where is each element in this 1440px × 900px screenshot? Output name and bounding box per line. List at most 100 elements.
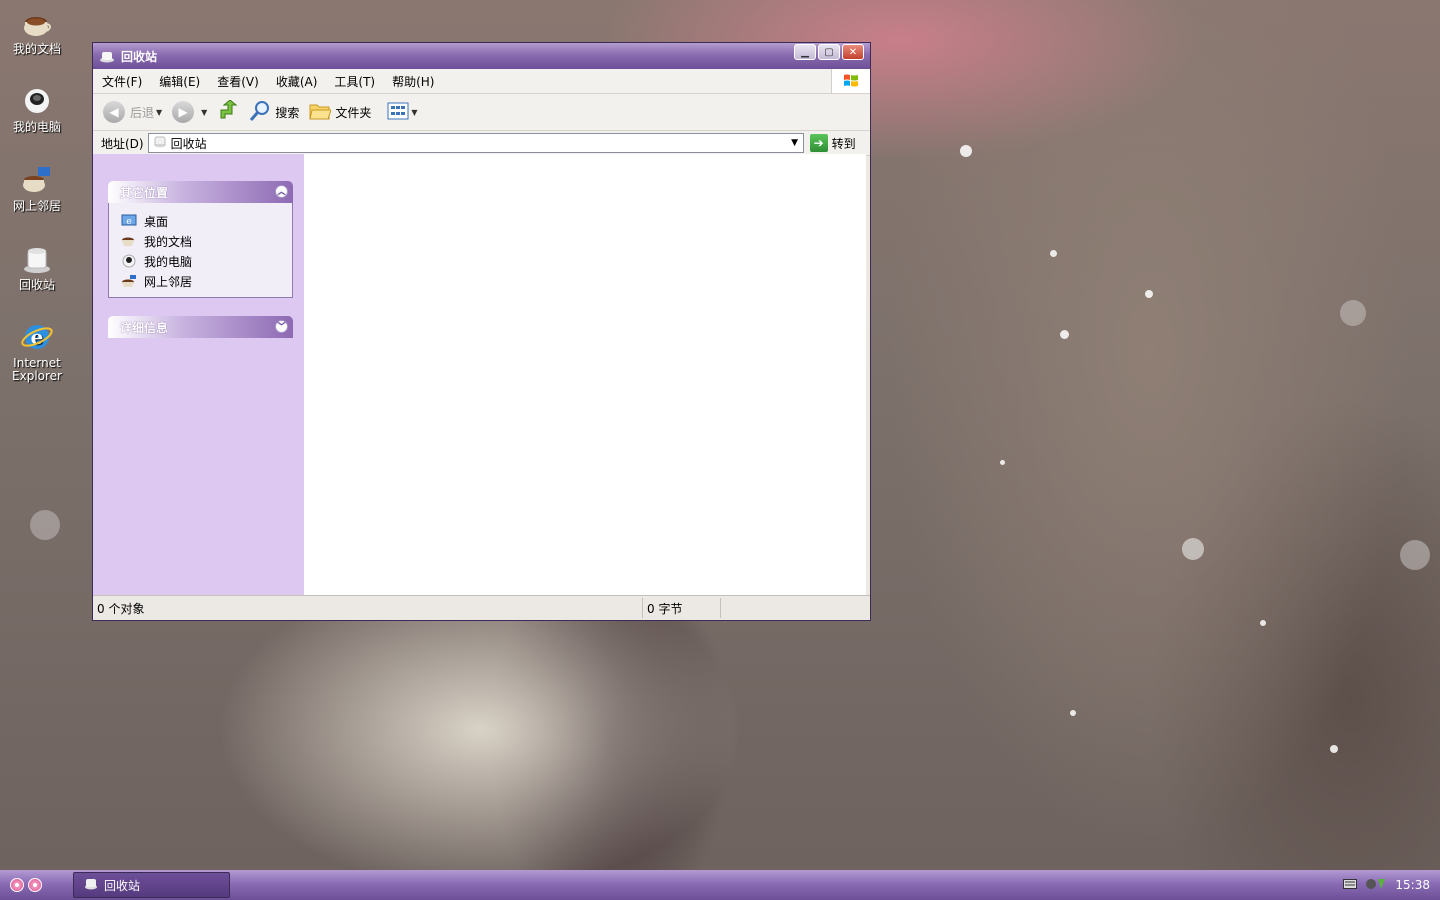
other-places-title: 其它位置 <box>120 185 169 200</box>
recycle-bin-icon <box>84 877 98 893</box>
address-value: 回收站 <box>170 136 207 151</box>
place-label: 桌面 <box>144 214 169 229</box>
taskbar: 回收站 15:38 <box>0 870 1440 900</box>
windows-logo-icon <box>831 69 870 93</box>
go-button[interactable]: ➔ 转到 <box>809 134 856 152</box>
chevron-up-icon[interactable]: ︿ <box>275 185 288 198</box>
other-places-panel: 其它位置 ︿ e 桌面 我的文档 我的电脑 网上邻居 <box>108 181 293 298</box>
explorer-body: 其它位置 ︿ e 桌面 我的文档 我的电脑 网上邻居 详细信息 ﹀ <box>93 154 870 595</box>
details-panel: 详细信息 ﹀ <box>108 316 293 338</box>
snowflake <box>1060 330 1069 339</box>
place-label: 我的文档 <box>144 234 193 249</box>
chevron-down-icon[interactable]: ﹀ <box>275 320 288 333</box>
snowflake <box>1182 538 1204 560</box>
desktop-icon-my-computer[interactable]: 我的电脑 <box>6 84 68 134</box>
desktop-icon-network-places[interactable]: 网上邻居 <box>6 163 68 213</box>
menu-tools[interactable]: 工具(T) <box>325 73 383 90</box>
forward-arrow-icon: ▶ <box>172 101 195 123</box>
place-network[interactable]: 网上邻居 <box>121 271 282 291</box>
start-button[interactable] <box>0 870 66 900</box>
swirl-icon <box>28 878 42 892</box>
maximize-icon: ▢ <box>824 46 834 58</box>
up-folder-button[interactable] <box>217 98 239 125</box>
views-button[interactable]: ▼ <box>387 102 418 123</box>
views-icon <box>387 102 409 123</box>
desktop-icon-label: 我的文档 <box>12 42 61 56</box>
back-arrow-icon: ◀ <box>103 101 125 123</box>
window-title: 回收站 <box>121 49 158 64</box>
search-button[interactable]: 搜索 <box>249 100 299 125</box>
recycle-bin-icon <box>153 135 167 151</box>
file-list-area[interactable] <box>304 154 866 595</box>
details-header[interactable]: 详细信息 ﹀ <box>108 316 293 338</box>
search-icon <box>249 100 271 125</box>
chevron-down-icon[interactable]: ▼ <box>787 134 803 152</box>
back-label: 后退 <box>130 105 155 120</box>
task-pane: 其它位置 ︿ e 桌面 我的文档 我的电脑 网上邻居 详细信息 ﹀ <box>93 154 304 595</box>
snowflake <box>1330 745 1338 753</box>
snowflake <box>1400 540 1430 570</box>
desktop-icon-label: 回收站 <box>18 278 55 292</box>
place-label: 网上邻居 <box>144 274 193 289</box>
snowflake <box>1000 460 1005 465</box>
details-title: 详细信息 <box>120 320 169 335</box>
address-input[interactable]: 回收站 ▼ <box>147 133 804 153</box>
menu-file[interactable]: 文件(F) <box>93 73 150 90</box>
other-places-header[interactable]: 其它位置 ︿ <box>108 181 293 203</box>
folders-label: 文件夹 <box>335 105 372 120</box>
menu-view[interactable]: 查看(V) <box>208 73 267 90</box>
minimize-icon: ▁ <box>801 46 809 58</box>
menu-favorites[interactable]: 收藏(A) <box>267 73 326 90</box>
go-label: 转到 <box>831 136 856 151</box>
taskbar-item-recycle-bin[interactable]: 回收站 <box>73 872 230 898</box>
back-button[interactable]: ◀ 后退 ▼ <box>103 101 162 123</box>
desktop-icon-my-documents[interactable]: 我的文档 <box>6 6 68 56</box>
desktop-icon-label: 网上邻居 <box>12 199 61 213</box>
maximize-button[interactable]: ▢ <box>818 44 840 60</box>
title-bar[interactable]: 回收站 ▁ ▢ ✕ <box>93 43 870 69</box>
network-cup-icon <box>20 163 54 197</box>
svg-text:e: e <box>126 217 131 227</box>
computer-cup-icon <box>121 254 137 268</box>
clock[interactable]: 15:38 <box>1395 878 1430 892</box>
network-status-icon[interactable] <box>1365 877 1387 894</box>
snowflake <box>1145 290 1153 298</box>
close-button[interactable]: ✕ <box>842 44 864 60</box>
desktop-icon-internet-explorer[interactable]: e Internet Explorer <box>6 320 68 383</box>
recycle-bin-icon <box>99 49 115 63</box>
forward-button[interactable]: ▶ ▼ <box>172 101 207 123</box>
folders-button[interactable]: 文件夹 <box>309 101 371 124</box>
computer-cup-icon <box>20 84 54 118</box>
address-bar: 地址(D) 回收站 ▼ ➔ 转到 <box>93 131 870 156</box>
recycle-bin-icon <box>20 242 54 276</box>
taskbar-item-label: 回收站 <box>104 878 141 893</box>
coffee-cup-icon <box>121 234 137 248</box>
place-my-computer[interactable]: 我的电脑 <box>121 251 282 271</box>
chevron-down-icon[interactable]: ▼ <box>201 108 207 117</box>
network-cup-icon <box>121 274 137 288</box>
snowflake <box>960 145 972 157</box>
snowflake <box>1070 710 1076 716</box>
chevron-down-icon[interactable]: ▼ <box>156 108 162 117</box>
status-bar: 0 个对象 0 字节 <box>93 595 870 620</box>
coffee-cup-icon <box>20 6 54 40</box>
place-desktop[interactable]: e 桌面 <box>121 211 282 231</box>
close-icon: ✕ <box>848 46 858 58</box>
desktop-icon-recycle-bin[interactable]: 回收站 <box>6 242 68 292</box>
other-places-list: e 桌面 我的文档 我的电脑 网上邻居 <box>108 203 293 298</box>
recycle-bin-window: 回收站 ▁ ▢ ✕ 文件(F) 编辑(E) 查看(V) 收藏(A) 工具(T) … <box>92 42 871 621</box>
menu-edit[interactable]: 编辑(E) <box>150 73 208 90</box>
system-tray: 15:38 <box>1320 870 1440 900</box>
snowflake <box>1340 300 1366 326</box>
chevron-down-icon[interactable]: ▼ <box>411 108 417 117</box>
minimize-button[interactable]: ▁ <box>794 44 816 60</box>
desktop-icon-label: 我的电脑 <box>12 120 61 134</box>
status-object-count: 0 个对象 <box>93 598 643 618</box>
place-my-documents[interactable]: 我的文档 <box>121 231 282 251</box>
place-label: 我的电脑 <box>144 254 193 269</box>
snowflake <box>30 510 60 540</box>
keyboard-icon[interactable] <box>1343 878 1358 892</box>
menu-help[interactable]: 帮助(H) <box>383 73 442 90</box>
snowflake <box>1050 250 1057 257</box>
search-label: 搜索 <box>275 105 300 120</box>
